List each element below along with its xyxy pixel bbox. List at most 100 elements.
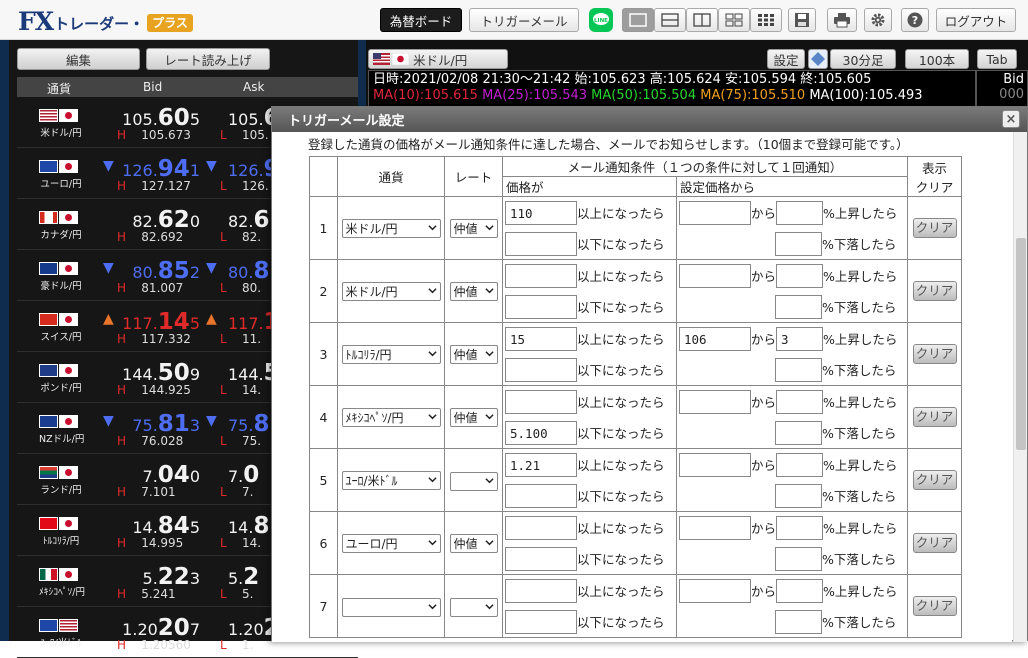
trigger-rows: 1 米ドル/円 仲値 110 以上になったら 以下になったら から %上昇したら %… [309, 196, 962, 638]
base-price-input[interactable] [679, 515, 751, 540]
price-above-input[interactable] [505, 578, 577, 603]
currency-flag-icon [39, 415, 79, 428]
low-value: L 5. [220, 587, 253, 601]
dialog-scrollbar[interactable] [1013, 132, 1027, 642]
currency-select[interactable]: ユーロ/円 [341, 533, 441, 553]
interval-button[interactable]: 30分足 [830, 49, 896, 69]
rate-board-button[interactable]: 為替ボード [380, 8, 462, 32]
rate-select[interactable]: 仲値 [449, 218, 498, 238]
layout-single-button[interactable] [622, 8, 654, 32]
clear-button[interactable]: クリア [912, 281, 957, 301]
read-rate-button[interactable]: レート読み上げ [146, 48, 270, 70]
price-below-input[interactable] [505, 546, 577, 571]
line-button[interactable]: LINE [588, 8, 614, 32]
fall-percent-input[interactable] [775, 294, 822, 319]
close-button[interactable]: × [1002, 110, 1020, 128]
tab-button[interactable]: Tab [977, 49, 1017, 69]
rise-percent-input[interactable] [776, 389, 824, 414]
trigger-mail-button[interactable]: トリガーメール [469, 8, 579, 32]
layout-horizontal-button[interactable] [654, 8, 686, 32]
bid-fraction: 0 [189, 467, 200, 486]
layout-vertical-button[interactable] [686, 8, 718, 32]
high-value: H 7.101 [117, 485, 176, 499]
scrollbar-thumb[interactable] [1016, 238, 1026, 450]
us-jp-flag-icon [373, 52, 409, 65]
chevron-down-icon [484, 287, 494, 293]
bid-fraction: 3 [189, 569, 200, 588]
currency-select[interactable]: 米ドル/円 [341, 218, 441, 238]
clear-button[interactable]: クリア [912, 596, 957, 616]
price-below-input[interactable] [505, 483, 577, 508]
currency-select[interactable]: ﾒｷｼｺﾍﾟｿ/円 [341, 407, 441, 427]
fall-percent-input[interactable] [775, 231, 822, 256]
price-below-input[interactable] [505, 294, 577, 319]
base-price-input[interactable]: 106 [679, 326, 751, 351]
base-price-input[interactable] [679, 200, 751, 225]
save-button[interactable] [788, 8, 816, 32]
dialog-title: トリガーメール設定 [272, 107, 1027, 132]
price-below-input[interactable]: 5.100 [505, 420, 577, 445]
rate-select[interactable]: 仲値 [449, 407, 498, 427]
clear-button[interactable]: クリア [912, 533, 957, 553]
base-price-input[interactable] [679, 452, 751, 477]
from-label: から [751, 521, 777, 536]
fall-percent-input[interactable] [775, 609, 822, 634]
bid-prefix: 126. [122, 161, 158, 180]
rise-percent-input[interactable] [776, 578, 824, 603]
row-number: 2 [309, 259, 338, 323]
chevron-down-icon [427, 476, 437, 482]
price-below-input[interactable] [505, 609, 577, 634]
trigger-row: 1 米ドル/円 仲値 110 以上になったら 以下になったら から %上昇したら %… [309, 196, 962, 260]
fall-percent-input[interactable] [775, 483, 822, 508]
rate-select[interactable]: 仲値 [449, 281, 498, 301]
fall-percent-input[interactable] [775, 546, 822, 571]
layout-quad-button[interactable] [718, 8, 750, 32]
settings-button[interactable] [864, 8, 892, 32]
rise-percent-input[interactable] [776, 452, 824, 477]
currency-flag-icon [39, 160, 79, 173]
price-above-input[interactable] [505, 263, 577, 288]
base-price-input[interactable] [679, 578, 751, 603]
chart-settings-button[interactable]: 設定 [767, 49, 805, 69]
rise-percent-input[interactable] [776, 200, 824, 225]
price-above-input[interactable] [505, 389, 577, 414]
bars-count-button[interactable]: 100本 [905, 49, 969, 69]
price-below-input[interactable] [505, 357, 577, 382]
rise-percent-input[interactable]: 3 [776, 326, 824, 351]
currency-select[interactable] [341, 597, 441, 617]
rise-percent-input[interactable] [776, 263, 824, 288]
currency-select[interactable]: ﾕｰﾛ/米ﾄﾞﾙ [341, 470, 441, 490]
rate-select[interactable]: 仲値 [449, 533, 498, 553]
layout-grid-button[interactable] [750, 8, 782, 32]
clear-button[interactable]: クリア [912, 344, 957, 364]
clear-button[interactable]: クリア [912, 218, 957, 238]
rate-select[interactable]: 仲値 [449, 344, 498, 364]
clear-button[interactable]: クリア [912, 470, 957, 490]
bid-prefix: 1.20 [122, 620, 158, 639]
price-below-input[interactable] [505, 231, 577, 256]
high-price: 81.007 [141, 281, 184, 295]
rate-select[interactable] [449, 471, 498, 491]
fall-percent-input[interactable] [775, 420, 822, 445]
base-price-input[interactable] [679, 263, 751, 288]
logout-button[interactable]: ログアウト [936, 8, 1016, 32]
header-from-setting: 設定価格から [676, 176, 908, 197]
price-above-input[interactable]: 1.21 [505, 452, 577, 477]
ask-prefix: 117. [228, 314, 264, 333]
price-above-input[interactable] [505, 515, 577, 540]
clear-button[interactable]: クリア [912, 407, 957, 427]
rise-percent-input[interactable] [776, 515, 824, 540]
base-price-input[interactable] [679, 389, 751, 414]
chart-draw-button[interactable] [808, 49, 828, 69]
edit-button[interactable]: 編集 [17, 48, 140, 70]
chart-pair-tab[interactable]: 米ドル/円 [368, 49, 508, 69]
price-above-input[interactable]: 15 [505, 326, 577, 351]
print-button[interactable] [827, 8, 857, 32]
currency-select[interactable]: ﾄﾙｺﾘﾗ/円 [341, 344, 441, 364]
above-label: 以上になったら [577, 584, 665, 599]
currency-select[interactable]: 米ドル/円 [341, 281, 441, 301]
rate-select[interactable] [449, 597, 498, 617]
price-above-input[interactable]: 110 [505, 200, 577, 225]
help-button[interactable]: ? [901, 8, 929, 32]
fall-percent-input[interactable] [775, 357, 822, 382]
